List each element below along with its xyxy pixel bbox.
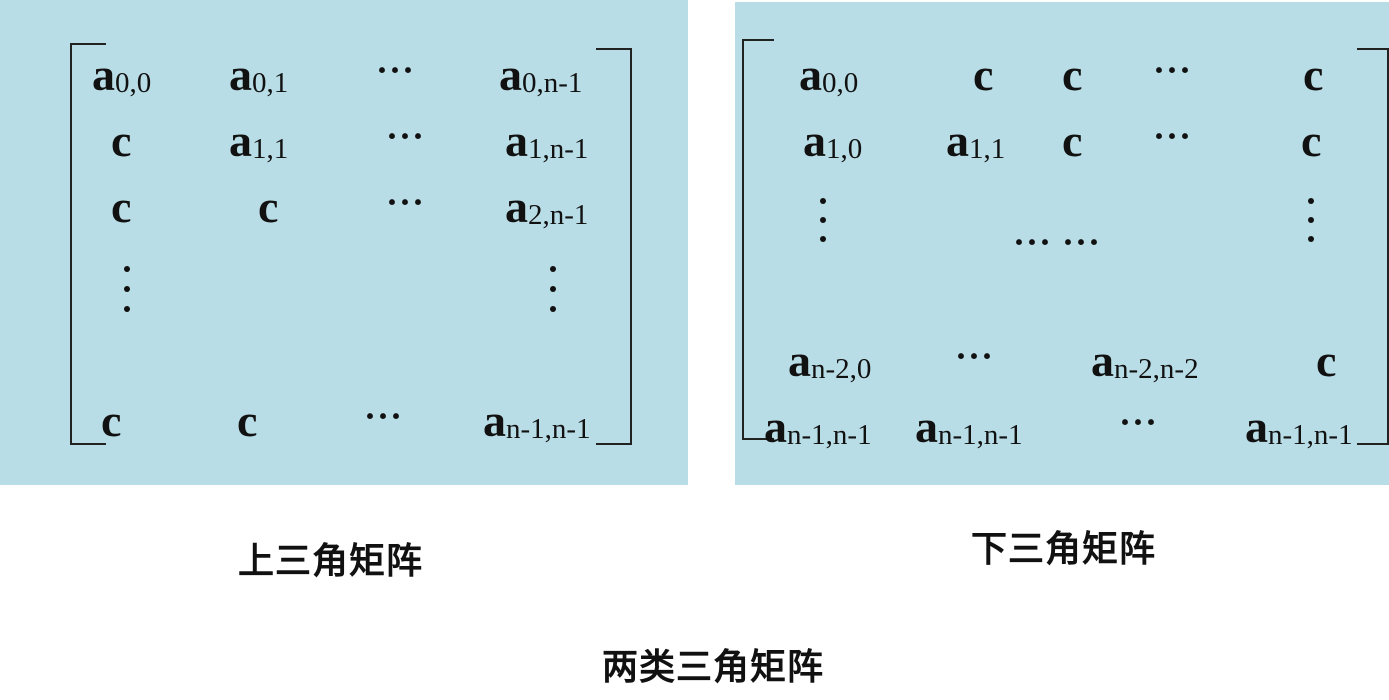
matrix-entry: an-2,n-2 xyxy=(1091,335,1199,386)
matrix-entry: an-2,0 xyxy=(788,335,872,386)
matrix-entry: c xyxy=(101,395,122,446)
vertical-ellipsis xyxy=(123,266,131,312)
middle-ellipsis: ··· ··· xyxy=(1013,222,1102,262)
vertical-ellipsis xyxy=(549,266,557,312)
matrix-entry: c xyxy=(111,181,132,232)
matrix-entry: c xyxy=(1303,49,1324,100)
vertical-ellipsis xyxy=(819,198,827,242)
matrix-entry: c xyxy=(1062,49,1083,100)
horizontal-ellipsis: ··· xyxy=(1119,402,1159,442)
matrix-entry: a0,n-1 xyxy=(499,49,583,100)
matrix-entry: c xyxy=(1316,335,1337,386)
horizontal-ellipsis: ··· xyxy=(376,50,416,90)
matrix-entry: an-1,n-1 xyxy=(764,401,872,452)
horizontal-ellipsis: ··· xyxy=(386,116,426,156)
lower-triangular-caption: 下三角矩阵 xyxy=(971,529,1157,570)
matrix-entry: a1,n-1 xyxy=(505,115,589,166)
matrix-entry: a1,1 xyxy=(946,115,1006,166)
matrix-entry: c xyxy=(258,181,279,232)
horizontal-ellipsis: ··· xyxy=(1153,50,1193,90)
left-bracket xyxy=(70,43,106,445)
matrix-entry: c xyxy=(973,49,994,100)
lower-triangular-panel: a0,0 c c ··· c a1,0 a1,1 c ··· c ··· ···… xyxy=(735,2,1389,485)
left-bracket xyxy=(742,39,774,440)
horizontal-ellipsis: ··· xyxy=(955,336,995,376)
upper-triangular-caption: 上三角矩阵 xyxy=(238,541,424,582)
matrix-entry: c xyxy=(111,115,132,166)
matrix-entry: a0,0 xyxy=(92,49,152,100)
matrix-entry: a0,1 xyxy=(229,49,289,100)
vertical-ellipsis xyxy=(1307,198,1315,242)
matrix-entry: an-1,n-1 xyxy=(483,395,591,446)
horizontal-ellipsis: ··· xyxy=(1153,116,1193,156)
matrix-entry: a1,0 xyxy=(803,115,863,166)
upper-triangular-panel: a0,0 a0,1 ··· a0,n-1 c a1,1 ··· a1,n-1 c… xyxy=(0,0,688,485)
matrix-entry: a0,0 xyxy=(799,49,859,100)
matrix-entry: a2,n-1 xyxy=(505,181,589,232)
horizontal-ellipsis: ··· xyxy=(364,396,404,436)
matrix-entry: an-1,n-1 xyxy=(1245,401,1353,452)
matrix-entry: a1,1 xyxy=(229,115,289,166)
matrix-entry: c xyxy=(1301,115,1322,166)
figure-caption: 两类三角矩阵 xyxy=(602,647,825,688)
matrix-entry: c xyxy=(237,395,258,446)
matrix-entry: c xyxy=(1062,115,1083,166)
right-bracket xyxy=(1357,48,1389,445)
matrix-entry: an-1,n-1 xyxy=(915,401,1023,452)
right-bracket xyxy=(596,48,632,445)
horizontal-ellipsis: ··· xyxy=(386,182,426,222)
